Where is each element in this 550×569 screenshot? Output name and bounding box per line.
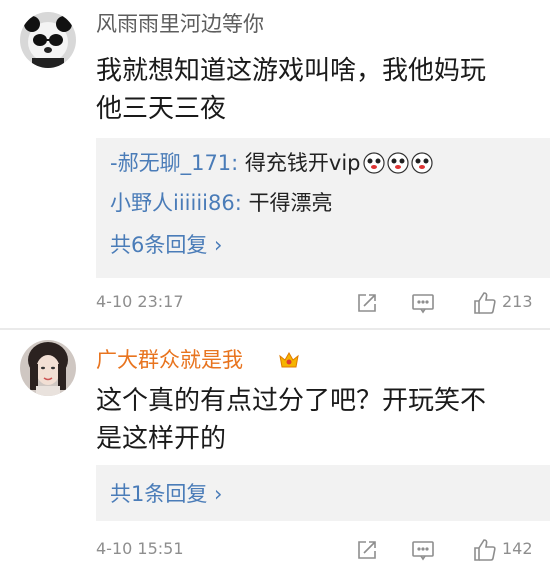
like-count: 142 <box>502 539 533 558</box>
avatar[interactable] <box>20 12 76 68</box>
crown-badge-icon <box>278 350 300 370</box>
panda-emoji-icon <box>410 152 433 174</box>
comment-text: 这个真的有点过分了吧？开玩笑不 是这样开的 <box>96 382 536 458</box>
thumbs-up-icon[interactable] <box>472 537 498 563</box>
share-icon[interactable] <box>354 537 380 563</box>
comment-text-line: 我就想知道这游戏叫啥，我他妈玩 <box>96 56 487 86</box>
like-count: 213 <box>502 292 533 311</box>
username[interactable]: 风雨雨里河边等你 <box>96 10 264 38</box>
comment-icon[interactable] <box>410 290 436 316</box>
reply-username[interactable]: -郝无聊_171: <box>110 151 238 175</box>
more-replies-link[interactable]: 共6条回复 › <box>110 230 222 260</box>
timestamp: 4-10 15:51 <box>96 539 184 558</box>
username[interactable]: 广大群众就是我 <box>96 346 243 374</box>
comment-icon[interactable] <box>410 537 436 563</box>
reply-item: -郝无聊_171: 得充钱开vip <box>110 148 433 178</box>
reply-box: -郝无聊_171: 得充钱开vip 小野人iiiiii86: 干得漂亮 共6条回… <box>96 138 550 278</box>
more-replies-link[interactable]: 共1条回复 › <box>110 479 222 509</box>
thumbs-up-icon[interactable] <box>472 290 498 316</box>
share-icon[interactable] <box>354 290 380 316</box>
comment-text-line: 这个真的有点过分了吧？开玩笑不 <box>96 386 487 416</box>
reply-text: 得充钱开vip <box>238 151 361 175</box>
comment-item: 广大群众就是我 这个真的有点过分了吧？开玩笑不 是这样开的 共1条回复 › 4-… <box>0 330 550 569</box>
avatar[interactable] <box>20 340 76 396</box>
comment-footer: 4-10 15:51 142 <box>96 535 550 565</box>
panda-emoji-icon <box>362 152 385 174</box>
timestamp: 4-10 23:17 <box>96 292 184 311</box>
reply-username[interactable]: 小野人iiiiii86: <box>110 191 242 215</box>
reply-box: 共1条回复 › <box>96 465 550 521</box>
comment-footer: 4-10 23:17 213 <box>96 288 550 318</box>
comment-item: 风雨雨里河边等你 我就想知道这游戏叫啥，我他妈玩 他三天三夜 -郝无聊_171:… <box>0 0 550 330</box>
comment-text-line: 是这样开的 <box>96 424 227 454</box>
comment-text-line: 他三天三夜 <box>96 94 227 124</box>
comment-text: 我就想知道这游戏叫啥，我他妈玩 他三天三夜 <box>96 52 536 128</box>
reply-item: 小野人iiiiii86: 干得漂亮 <box>110 188 333 218</box>
reply-text: 干得漂亮 <box>241 191 333 215</box>
panda-emoji-icon <box>386 152 409 174</box>
